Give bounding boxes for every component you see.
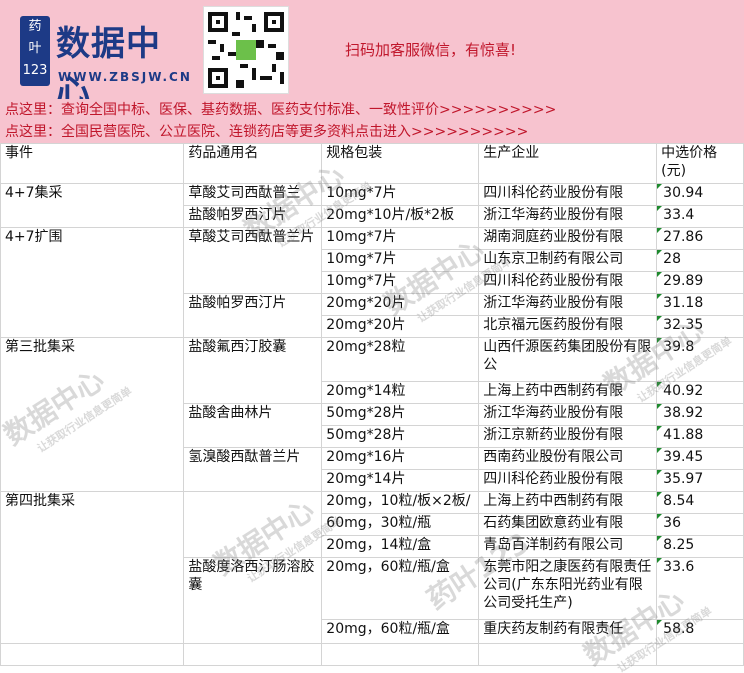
link-query-data[interactable]: 点这里：查询全国中标、医保、基药数据、医药支付标准、一致性评价>>>>>>>>>…: [0, 99, 744, 121]
empty-cell[interactable]: [656, 643, 744, 666]
cell-spec[interactable]: 60mg，30粒/瓶: [321, 513, 480, 536]
cell-price[interactable]: 8.54: [656, 491, 744, 514]
cell-company[interactable]: 山东京卫制药有限公司: [478, 249, 658, 272]
cell-spec[interactable]: 10mg*7片: [321, 271, 480, 294]
qr-code-image: [203, 6, 289, 94]
cell-company[interactable]: 青岛百洋制药有限公司: [478, 535, 658, 558]
cell-drug[interactable]: 氢溴酸西酞普兰片: [183, 447, 323, 492]
cell-event[interactable]: 4+7扩围: [0, 227, 185, 338]
cell-company[interactable]: 浙江京新药业股份有限: [478, 425, 658, 448]
cell-drug[interactable]: 盐酸帕罗西汀片: [183, 205, 323, 228]
cell-price[interactable]: 40.92: [656, 381, 744, 404]
cell-company[interactable]: 湖南洞庭药业股份有限: [478, 227, 658, 250]
cell-spec[interactable]: 20mg*14粒: [321, 381, 480, 404]
header-price[interactable]: 中选价格(元): [656, 143, 744, 184]
cell-spec[interactable]: 20mg*16片: [321, 447, 480, 470]
cell-drug[interactable]: 盐酸舍曲林片: [183, 403, 323, 448]
cell-price[interactable]: 28: [656, 249, 744, 272]
cell-price[interactable]: 39.8: [656, 337, 744, 382]
cell-price[interactable]: 27.86: [656, 227, 744, 250]
cell-event[interactable]: 4+7集采: [0, 183, 185, 228]
cell-company[interactable]: 浙江华海药业股份有限: [478, 293, 658, 316]
table-row: 第四批集采 20mg，10粒/板×2板/ 上海上药中西制药有限 8.54: [0, 491, 744, 644]
cell-spec[interactable]: 20mg*20片: [321, 315, 480, 338]
cell-price[interactable]: 41.88: [656, 425, 744, 448]
empty-cell[interactable]: [321, 643, 480, 666]
cell-price[interactable]: 39.45: [656, 447, 744, 470]
table-row: 4+7集采 草酸艾司西酞普兰 10mg*7片 四川科伦药业股份有限 30.94: [0, 183, 744, 228]
cell-spec[interactable]: 50mg*28片: [321, 403, 480, 426]
table-row: 第三批集采 盐酸氟西汀胶囊 20mg*28粒 山西仟源医药集团股份有限公 39.…: [0, 337, 744, 492]
cell-company[interactable]: 浙江华海药业股份有限: [478, 205, 658, 228]
cell-company[interactable]: 上海上药中西制药有限: [478, 381, 658, 404]
cell-company[interactable]: 四川科伦药业股份有限: [478, 469, 658, 492]
cell-spec[interactable]: 20mg*28粒: [321, 337, 480, 382]
logo-url: WWW.ZBSJW.CN: [58, 70, 192, 84]
empty-cell[interactable]: [183, 643, 323, 666]
cell-price[interactable]: 32.35: [656, 315, 744, 338]
cell-spec[interactable]: 20mg*20片: [321, 293, 480, 316]
cell-spec[interactable]: 20mg，14粒/盒: [321, 535, 480, 558]
cell-price[interactable]: 58.8: [656, 619, 744, 644]
data-table: 事件 药品通用名 规格包装 生产企业 中选价格(元) 4+7集采 草酸艾司西酞普…: [0, 143, 744, 666]
cell-company[interactable]: 浙江华海药业股份有限: [478, 403, 658, 426]
cell-price[interactable]: 29.89: [656, 271, 744, 294]
cell-drug[interactable]: 草酸艾司西酞普兰片: [183, 227, 323, 294]
cell-company[interactable]: 山西仟源医药集团股份有限公: [478, 337, 658, 382]
cell-price[interactable]: 30.94: [656, 183, 744, 206]
cell-spec[interactable]: 20mg，60粒/瓶/盒: [321, 619, 480, 644]
cell-spec[interactable]: 20mg*14片: [321, 469, 480, 492]
cell-price[interactable]: 33.6: [656, 557, 744, 620]
cell-spec[interactable]: 10mg*7片: [321, 183, 480, 206]
cell-company[interactable]: 四川科伦药业股份有限: [478, 271, 658, 294]
cell-spec[interactable]: 50mg*28片: [321, 425, 480, 448]
cell-company[interactable]: 四川科伦药业股份有限: [478, 183, 658, 206]
cell-drug[interactable]: 草酸艾司西酞普兰: [183, 183, 323, 206]
cell-event[interactable]: 第四批集采: [0, 491, 185, 644]
banner-message: 扫码加客服微信，有惊喜!: [345, 41, 517, 59]
cell-company[interactable]: 西南药业股份有限公司: [478, 447, 658, 470]
header-spec[interactable]: 规格包装: [321, 143, 480, 184]
cell-price[interactable]: 35.97: [656, 469, 744, 492]
cell-spec[interactable]: 10mg*7片: [321, 227, 480, 250]
header-row: 事件 药品通用名 规格包装 生产企业 中选价格(元): [0, 143, 744, 184]
cell-drug[interactable]: 盐酸度洛西汀肠溶胶囊: [183, 557, 323, 644]
cell-price[interactable]: 33.4: [656, 205, 744, 228]
cell-company[interactable]: 重庆药友制药有限责任: [478, 619, 658, 644]
cell-drug[interactable]: [183, 491, 323, 558]
cell-drug[interactable]: 盐酸帕罗西汀片: [183, 293, 323, 338]
cell-price[interactable]: 38.92: [656, 403, 744, 426]
table-row: [0, 643, 744, 666]
logo-badge: 药叶 123: [20, 16, 50, 86]
cell-company[interactable]: 东莞市阳之康医药有限责任公司(广东东阳光药业有限公司受托生产): [478, 557, 658, 620]
cell-spec[interactable]: 10mg*7片: [321, 249, 480, 272]
table-row: 4+7扩围 草酸艾司西酞普兰片 10mg*7片 湖南洞庭药业股份有限 27.86: [0, 227, 744, 338]
cell-event[interactable]: 第三批集采: [0, 337, 185, 492]
spreadsheet: 药叶 123 数据中心 WWW.ZBSJW.CN 扫码加客服微信，有惊喜! 点这…: [0, 0, 744, 673]
cell-company[interactable]: 石药集团欧意药业有限: [478, 513, 658, 536]
cell-spec[interactable]: 20mg，10粒/板×2板/: [321, 491, 480, 514]
banner: 药叶 123 数据中心 WWW.ZBSJW.CN 扫码加客服微信，有惊喜!: [0, 0, 744, 113]
cell-drug[interactable]: 盐酸氟西汀胶囊: [183, 337, 323, 404]
cell-price[interactable]: 31.18: [656, 293, 744, 316]
cell-price[interactable]: 8.25: [656, 535, 744, 558]
empty-cell[interactable]: [0, 643, 185, 666]
empty-cell[interactable]: [478, 643, 658, 666]
cell-company[interactable]: 北京福元医药股份有限: [478, 315, 658, 338]
cell-spec[interactable]: 20mg，60粒/瓶/盒: [321, 557, 480, 620]
cell-price[interactable]: 36: [656, 513, 744, 536]
link-hospital-data[interactable]: 点这里：全国民营医院、公立医院、连锁药店等更多资料点击进入>>>>>>>>>>: [0, 121, 744, 143]
cell-company[interactable]: 上海上药中西制药有限: [478, 491, 658, 514]
header-company[interactable]: 生产企业: [478, 143, 658, 184]
cell-spec[interactable]: 20mg*10片/板*2板: [321, 205, 480, 228]
header-drug[interactable]: 药品通用名: [183, 143, 323, 184]
logo[interactable]: 药叶 123 数据中心 WWW.ZBSJW.CN: [20, 8, 192, 113]
header-event[interactable]: 事件: [0, 143, 185, 184]
